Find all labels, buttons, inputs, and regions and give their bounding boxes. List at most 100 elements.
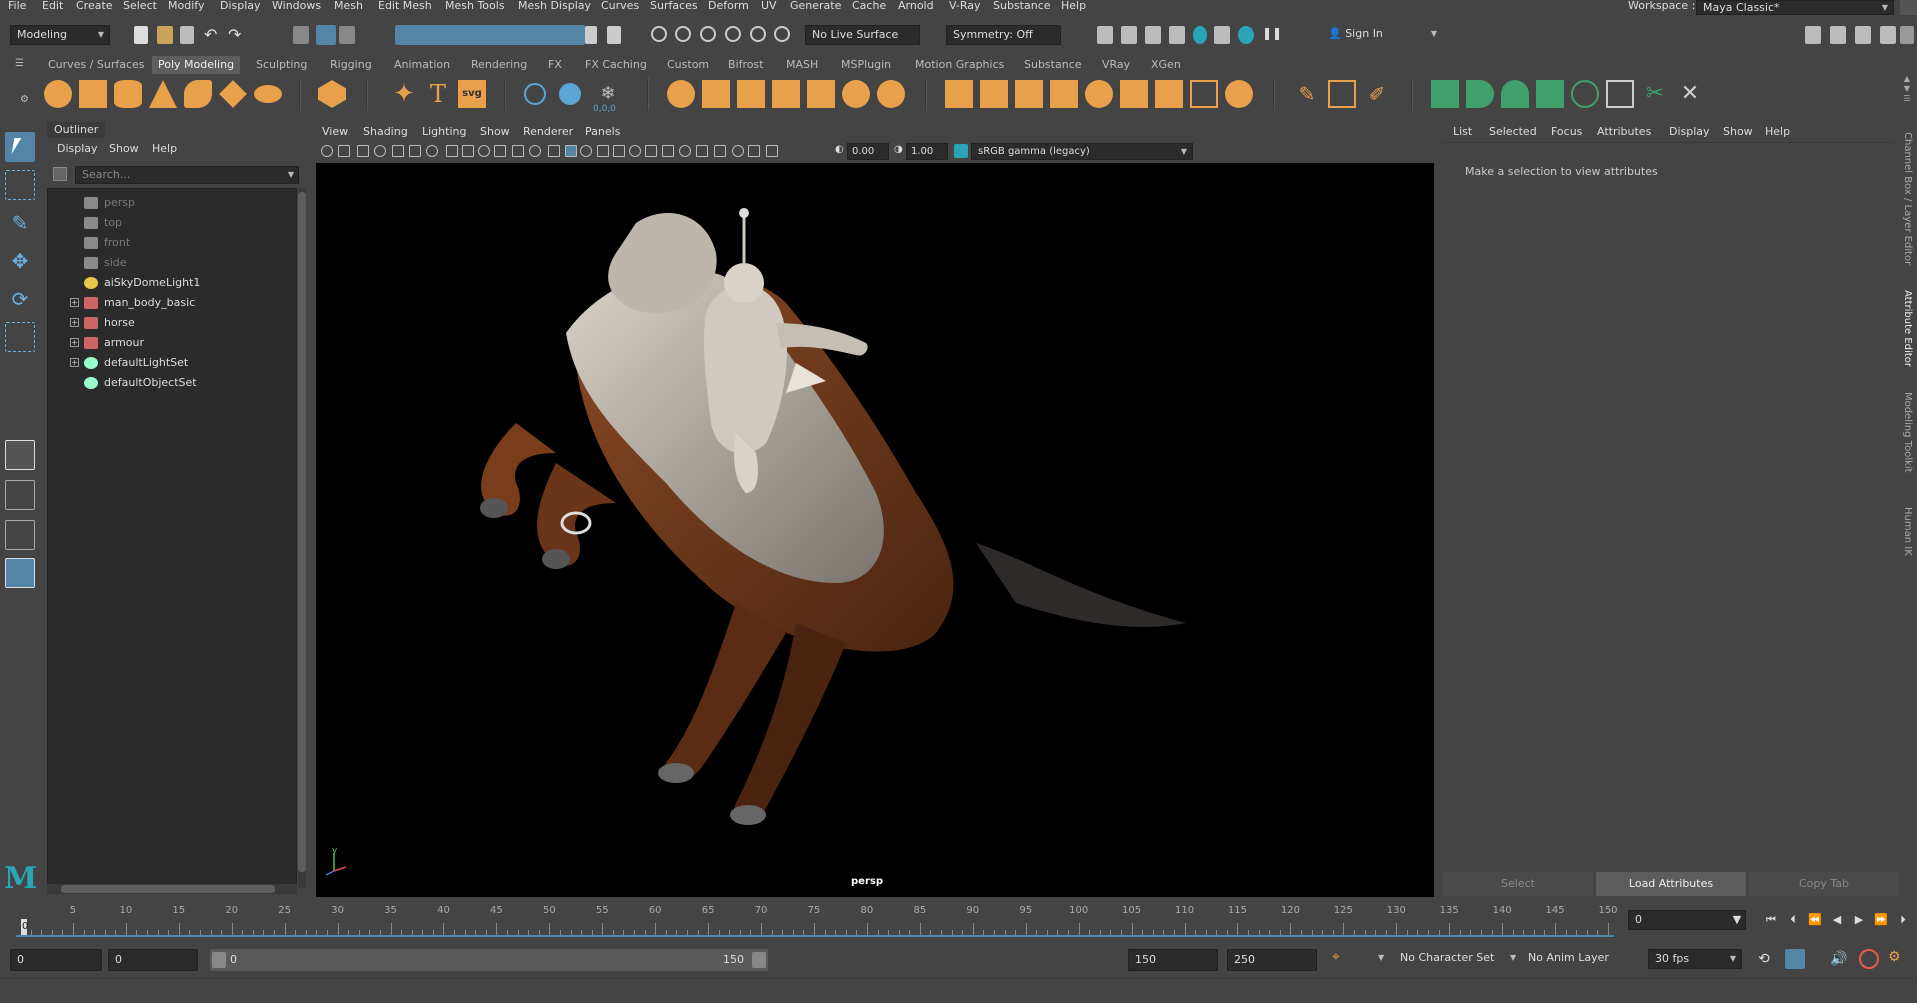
menu-substance[interactable]: Substance <box>993 0 1051 15</box>
render-view-icon[interactable] <box>1097 26 1113 44</box>
side-tab-channel-box[interactable]: Channel Box / Layer Editor <box>1902 132 1913 265</box>
anim-layer-dropdown[interactable]: No Anim Layer <box>1522 949 1628 969</box>
poke-icon[interactable] <box>1190 80 1218 108</box>
snap-grid-icon[interactable] <box>651 26 667 42</box>
isolate-select-icon[interactable] <box>714 145 726 157</box>
menu-arnold[interactable]: Arnold <box>898 0 934 15</box>
toggle-modeling-toolkit-icon[interactable] <box>1805 26 1821 44</box>
toggle-outliner-icon[interactable] <box>1900 26 1914 44</box>
lock-selection-icon[interactable] <box>585 26 597 44</box>
menu-deform[interactable]: Deform <box>708 0 749 15</box>
range-max-handle[interactable] <box>752 952 766 968</box>
cut-uv-icon[interactable]: ✂ <box>1641 80 1669 108</box>
menu-vray[interactable]: V-Ray <box>949 0 981 15</box>
separate-icon[interactable] <box>559 83 581 105</box>
offset-edge-loop-icon[interactable]: ✐ <box>1363 80 1391 108</box>
outliner-menu-show[interactable]: Show <box>109 142 139 155</box>
multi-cut-icon[interactable]: ✎ <box>1293 80 1321 108</box>
reduce-icon[interactable] <box>772 80 800 108</box>
snap-point-icon[interactable] <box>700 26 716 42</box>
viewport-menu-shading[interactable]: Shading <box>363 125 408 138</box>
menu-mesh-display[interactable]: Mesh Display <box>518 0 591 15</box>
combine-icon[interactable] <box>524 83 546 105</box>
play-backwards-icon[interactable]: ◀ <box>1830 913 1844 927</box>
toggle-tool-settings-icon[interactable] <box>1855 26 1871 44</box>
poly-disc-icon[interactable] <box>254 85 282 103</box>
poly-text-icon[interactable]: T <box>424 80 452 108</box>
shelf-tab-curves-surfaces[interactable]: Curves / Surfaces <box>42 56 151 74</box>
insert-edge-loop-icon[interactable] <box>1328 80 1356 108</box>
step-back-frame-icon[interactable]: ⏴ <box>1786 913 1800 927</box>
ae-menu-display[interactable]: Display <box>1669 125 1710 138</box>
viewport-menu-panels[interactable]: Panels <box>585 125 620 138</box>
ae-select-button[interactable]: Select <box>1443 872 1593 896</box>
poly-cylinder-icon[interactable] <box>114 80 142 108</box>
select-object-icon[interactable] <box>316 25 336 45</box>
side-tab-human-ik[interactable]: Human IK <box>1902 507 1913 556</box>
cleanup-icon[interactable] <box>877 80 905 108</box>
chevron-down-icon[interactable]: ▼ <box>1378 953 1388 962</box>
pause-icon[interactable]: ❚❚ <box>1262 26 1282 44</box>
xray-joints-icon[interactable] <box>748 145 760 157</box>
shelf-tab-mash[interactable]: MASH <box>780 56 824 74</box>
workspace-dropdown[interactable]: Maya Classic* ▼ <box>1696 0 1894 15</box>
poly-torus-icon[interactable] <box>184 80 212 108</box>
mirror-icon[interactable] <box>702 80 730 108</box>
outliner-item[interactable]: aiSkyDomeLight1 <box>48 273 296 293</box>
menu-surfaces[interactable]: Surfaces <box>650 0 698 15</box>
time-slider[interactable]: 5 10 15 20 25 30 35 40 45 50 55 60 65 70 75 80 85 90 95 100… <box>16 903 1618 937</box>
ambient-occlusion-icon[interactable] <box>645 145 657 157</box>
playback-end-field[interactable]: 150 <box>1128 949 1218 971</box>
outliner-list[interactable]: persp top front side aiSkyDomeLight1 + man_bod… <box>47 188 297 888</box>
remesh-icon[interactable] <box>807 80 835 108</box>
resolution-gate-icon[interactable] <box>462 145 474 157</box>
sew-uv-icon[interactable]: ✕ <box>1676 80 1704 108</box>
wireframe-icon[interactable] <box>548 145 560 157</box>
playback-start-field[interactable]: 0 <box>108 949 198 971</box>
planar-uv-icon[interactable] <box>1431 80 1459 108</box>
highlight-selection-icon[interactable] <box>607 26 621 44</box>
menu-mesh[interactable]: Mesh <box>334 0 363 15</box>
bookmarks-icon[interactable] <box>357 145 369 157</box>
menu-modify[interactable]: Modify <box>168 0 204 15</box>
backface-icon[interactable] <box>766 145 778 157</box>
film-gate-icon[interactable] <box>446 145 458 157</box>
gate-mask-icon[interactable] <box>478 145 490 157</box>
save-scene-icon[interactable] <box>180 26 194 44</box>
menu-curves[interactable]: Curves <box>601 0 639 15</box>
shelf-tab-custom[interactable]: Custom <box>661 56 715 74</box>
poly-cube-icon[interactable] <box>79 80 107 108</box>
safe-title-icon[interactable] <box>529 145 541 157</box>
depth-of-field-icon[interactable] <box>696 145 708 157</box>
outliner-search-input[interactable]: Search... ▼ <box>75 166 299 184</box>
automatic-uv-icon[interactable] <box>1536 80 1564 108</box>
live-surface-field[interactable]: No Live Surface <box>805 25 920 45</box>
shelf-scroll-icon[interactable]: ▲ ▼ ☰ <box>1900 74 1914 118</box>
collapse-icon[interactable] <box>1155 80 1183 108</box>
render-sequence-icon[interactable] <box>1214 26 1230 44</box>
cache-playback-icon[interactable] <box>1785 949 1805 969</box>
retopologize-icon[interactable] <box>842 80 870 108</box>
2d-pan-zoom-icon[interactable] <box>392 145 404 157</box>
shelf-tab-vray[interactable]: VRay <box>1096 56 1136 74</box>
select-camera-icon[interactable] <box>321 145 333 157</box>
step-back-key-icon[interactable]: ⏪ <box>1808 913 1822 927</box>
viewport-menu-view[interactable]: View <box>322 125 348 138</box>
ae-copy-tab-button[interactable]: Copy Tab <box>1749 872 1899 896</box>
outliner-item[interactable]: + horse <box>48 313 296 333</box>
scale-tool-icon[interactable] <box>5 322 35 352</box>
shelf-tab-rendering[interactable]: Rendering <box>465 56 533 74</box>
expand-icon[interactable]: + <box>70 358 79 367</box>
bridge-icon[interactable] <box>980 80 1008 108</box>
ipr-render-icon[interactable] <box>1145 26 1161 44</box>
gamma-icon[interactable]: ◑ <box>894 144 903 155</box>
snowflake-icon[interactable]: ❄ <box>594 80 622 108</box>
snap-live-surface-icon[interactable] <box>750 26 766 42</box>
textured-icon[interactable] <box>597 145 609 157</box>
xray-icon[interactable] <box>732 145 744 157</box>
outliner-item[interactable]: defaultObjectSet <box>48 373 296 393</box>
menu-display[interactable]: Display <box>220 0 261 15</box>
ae-menu-attributes[interactable]: Attributes <box>1597 125 1651 138</box>
super-shape-icon[interactable]: ✦ <box>390 80 418 108</box>
viewport-menu-lighting[interactable]: Lighting <box>422 125 466 138</box>
